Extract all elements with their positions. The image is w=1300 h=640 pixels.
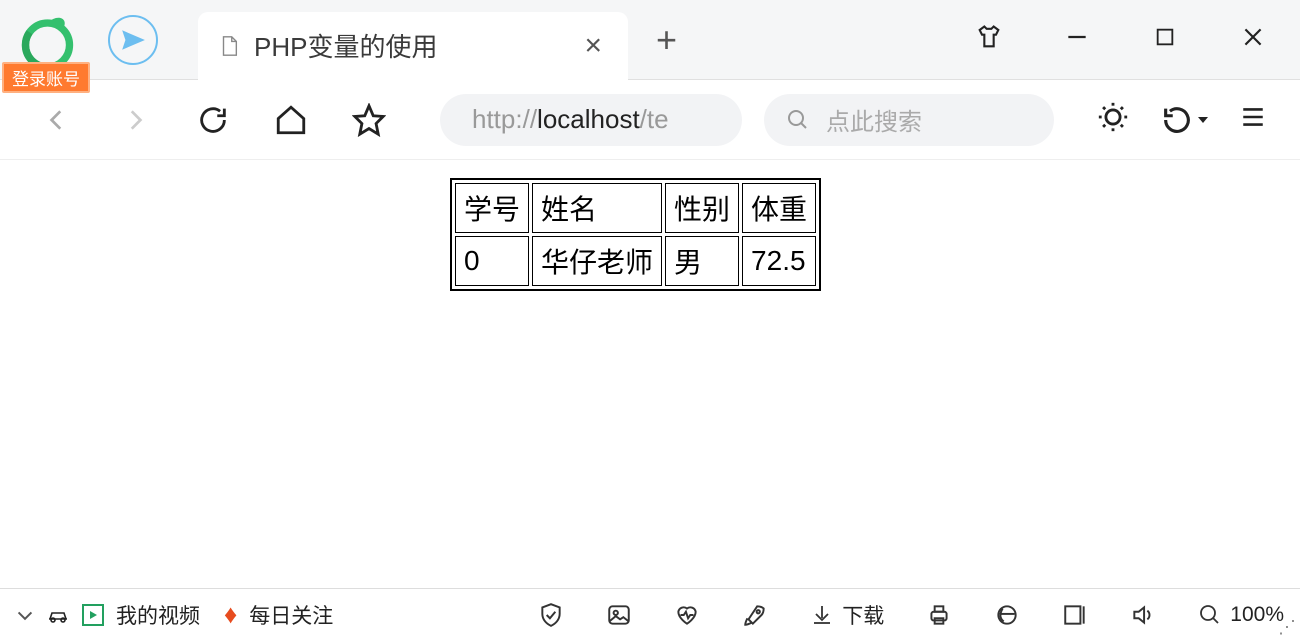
heart-icon[interactable] — [674, 602, 700, 628]
image-icon[interactable] — [606, 602, 632, 628]
browser-titlebar: 登录账号 PHP变量的使用 × + — [0, 0, 1300, 80]
back-button[interactable] — [32, 95, 82, 145]
zoom-control[interactable]: 100% — [1198, 603, 1284, 627]
browser-statusbar: 我的视频 ♦ 每日关注 下载 100% ⋰ — [0, 588, 1300, 640]
daily-focus-label[interactable]: 每日关注 — [249, 600, 333, 630]
td-weight: 72.5 — [742, 236, 816, 286]
print-icon[interactable] — [926, 602, 952, 628]
undo-dropdown[interactable] — [1160, 103, 1208, 137]
login-badge[interactable]: 登录账号 — [2, 62, 90, 93]
page-icon — [218, 33, 240, 59]
th-gender: 性别 — [665, 183, 739, 233]
tab-title: PHP变量的使用 — [254, 27, 437, 64]
th-weight: 体重 — [742, 183, 816, 233]
url-host: localhost — [537, 104, 640, 135]
page-content: 学号 姓名 性别 体重 0 华仔老师 男 72.5 — [0, 160, 1300, 588]
download-icon — [810, 603, 834, 627]
my-video-label[interactable]: 我的视频 — [116, 600, 200, 630]
url-path: /te — [640, 104, 669, 135]
close-button[interactable] — [1238, 22, 1268, 52]
download-group[interactable]: 下载 — [810, 600, 884, 630]
zoom-icon — [1198, 603, 1222, 627]
url-protocol: http:// — [472, 104, 537, 135]
rocket-icon[interactable] — [742, 602, 768, 628]
menu-button[interactable] — [1238, 104, 1268, 135]
location-icon[interactable] — [108, 15, 158, 65]
play-icon[interactable] — [82, 604, 104, 626]
td-name: 华仔老师 — [532, 236, 662, 286]
refresh-button[interactable] — [188, 95, 238, 145]
search-icon — [786, 108, 810, 132]
volume-icon[interactable] — [1130, 602, 1156, 628]
maximize-button[interactable] — [1150, 22, 1180, 52]
bookmark-button[interactable] — [344, 95, 394, 145]
shield-icon[interactable] — [538, 602, 564, 628]
car-icon[interactable] — [46, 603, 70, 627]
window-controls — [974, 22, 1268, 52]
home-button[interactable] — [266, 95, 316, 145]
forward-button[interactable] — [110, 95, 160, 145]
toolbar-right — [1096, 100, 1268, 139]
zoom-value: 100% — [1230, 603, 1284, 627]
resize-grip-icon[interactable]: ⋰ — [1278, 617, 1296, 638]
download-label: 下载 — [842, 600, 884, 630]
data-table: 学号 姓名 性别 体重 0 华仔老师 男 72.5 — [450, 178, 821, 291]
th-name: 姓名 — [532, 183, 662, 233]
tshirt-icon[interactable] — [974, 22, 1004, 52]
browser-toolbar: http://localhost/te 点此搜索 — [0, 80, 1300, 160]
theme-icon[interactable] — [1096, 100, 1130, 139]
chevron-down-icon[interactable] — [16, 608, 34, 622]
statusbar-right: 下载 100% — [538, 600, 1284, 630]
url-bar[interactable]: http://localhost/te — [440, 94, 742, 146]
table-header-row: 学号 姓名 性别 体重 — [455, 183, 816, 233]
minimize-button[interactable] — [1062, 22, 1092, 52]
ie-icon[interactable] — [994, 602, 1020, 628]
td-gender: 男 — [665, 236, 739, 286]
tab-close-icon[interactable]: × — [578, 29, 608, 63]
th-id: 学号 — [455, 183, 529, 233]
browser-logo-icon — [20, 12, 75, 67]
logo-group: 登录账号 — [0, 0, 100, 80]
td-id: 0 — [455, 236, 529, 286]
statusbar-left: 我的视频 ♦ 每日关注 — [16, 599, 333, 630]
browser-tab[interactable]: PHP变量的使用 × — [198, 12, 628, 80]
flame-icon: ♦ — [224, 599, 237, 630]
new-tab-button[interactable]: + — [656, 19, 677, 61]
search-placeholder: 点此搜索 — [826, 102, 922, 137]
table-row: 0 华仔老师 男 72.5 — [455, 236, 816, 286]
split-icon[interactable] — [1062, 602, 1088, 628]
search-box[interactable]: 点此搜索 — [764, 94, 1054, 146]
